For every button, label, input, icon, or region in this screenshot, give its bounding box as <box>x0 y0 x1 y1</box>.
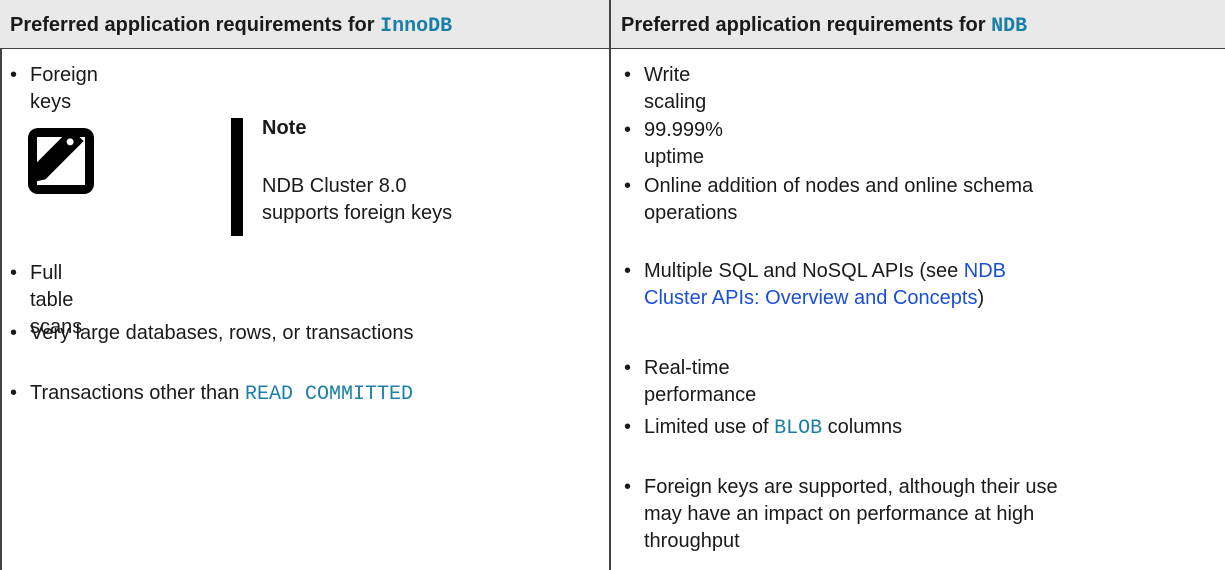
bullet-icon: • <box>624 64 632 86</box>
list-item-line-2: Cluster APIs: Overview and Concepts) <box>644 285 1006 312</box>
list-item-text: Transactions other than READ COMMITTED <box>30 380 413 408</box>
ndb-apis-link-part-1[interactable]: NDB <box>964 260 1006 282</box>
list-item-text: Real-time performance <box>644 357 757 406</box>
list-item-text: Write scaling <box>644 64 707 113</box>
list-item-text: Very large databases, rows, or transacti… <box>30 322 414 344</box>
note-sidebar-bar <box>231 118 243 236</box>
bullet-icon: • <box>624 416 632 438</box>
bullet-icon: • <box>10 382 18 404</box>
blob-code: BLOB <box>774 417 823 440</box>
list-item-text: 99.999% uptime <box>644 119 723 168</box>
list-item-text: Online addition of nodes and online sche… <box>644 173 1033 227</box>
note-title: Note <box>262 117 307 139</box>
list-item-prefix: Multiple SQL and NoSQL APIs (see <box>644 260 964 282</box>
list-item-prefix: Limited use of <box>644 416 775 438</box>
table-left-border <box>0 0 2 570</box>
ndb-apis-link-part-2[interactable]: Cluster APIs: Overview and Concepts <box>644 287 977 309</box>
list-item-suffix: ) <box>977 287 985 309</box>
list-item-text: Foreign keys <box>30 64 98 113</box>
header-ndb-label: Preferred application requirements for <box>621 14 992 36</box>
header-innodb: Preferred application requirements for I… <box>0 0 609 49</box>
list-item-line-3: throughput <box>644 530 740 552</box>
header-ndb: Preferred application requirements for N… <box>609 0 1225 49</box>
bullet-icon: • <box>10 262 18 284</box>
list-item-prefix: Transactions other than <box>30 382 245 404</box>
note-icon <box>28 128 94 194</box>
list-item-line-2: operations <box>644 202 738 224</box>
bullet-icon: • <box>10 64 18 86</box>
column-divider <box>609 0 611 570</box>
note-line-1: NDB Cluster 8.0 <box>262 175 407 197</box>
bullet-icon: • <box>624 357 632 379</box>
list-item-line-1: Online addition of nodes and online sche… <box>644 175 1034 197</box>
list-item-line-1: Multiple SQL and NoSQL APIs (see NDB <box>644 258 1006 285</box>
bullet-icon: • <box>624 119 632 141</box>
note-body: NDB Cluster 8.0 supports foreign keys <box>262 173 562 227</box>
requirements-table: Preferred application requirements for I… <box>0 0 1225 570</box>
list-item-line-2: may have an impact on performance at hig… <box>644 503 1035 525</box>
bullet-icon: • <box>624 175 632 197</box>
list-item-line-1: Foreign keys are supported, although the… <box>644 476 1058 498</box>
list-item-text: Foreign keys are supported, although the… <box>644 474 1058 555</box>
bullet-icon: • <box>624 260 632 282</box>
header-innodb-code: InnoDB <box>380 15 453 38</box>
read-committed-code: READ COMMITTED <box>244 383 413 406</box>
list-item-text: Multiple SQL and NoSQL APIs (see NDB Clu… <box>644 258 1006 312</box>
note-line-2: supports foreign keys <box>262 202 453 224</box>
header-innodb-label: Preferred application requirements for <box>10 14 381 36</box>
bullet-icon: • <box>624 476 632 498</box>
list-item-suffix: columns <box>822 416 903 438</box>
bullet-icon: • <box>10 322 18 344</box>
list-item-text: Limited use of BLOB columns <box>644 414 902 442</box>
header-ndb-code: NDB <box>991 15 1028 38</box>
